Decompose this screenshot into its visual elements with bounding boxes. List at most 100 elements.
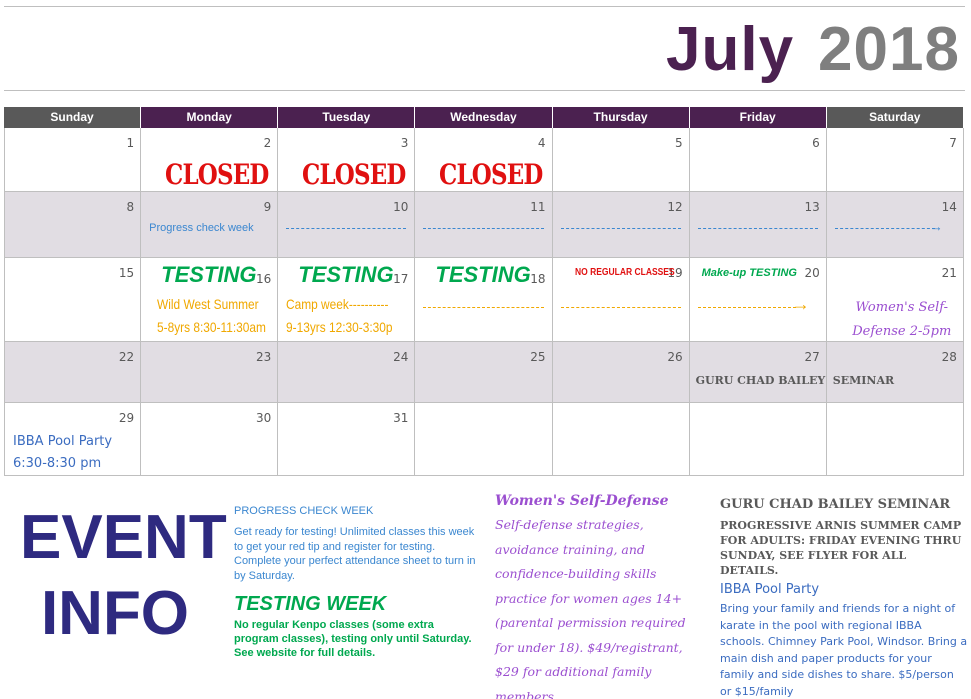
day-number: 2 xyxy=(263,136,272,150)
day-cell: 22 xyxy=(4,342,142,402)
event-info-title: EVENT INFO xyxy=(20,500,227,652)
week-row: 1 2 CLOSED 3 CLOSED 4 CLOSED 5 6 7 xyxy=(4,128,964,192)
day-cell: 18 TESTING xyxy=(415,258,553,341)
event-column-guru-ibba: GURU CHAD BAILEY SEMINAR PROGRESSIVE ARN… xyxy=(720,497,968,699)
arrow-right-icon: → xyxy=(791,294,810,314)
progress-check-label: Progress check week xyxy=(149,222,254,234)
ibba-event-title: IBBA Pool Party xyxy=(13,434,113,449)
progress-dash-line xyxy=(286,228,407,229)
day-cell: 17 TESTING Camp week---------- 9-13yrs 1… xyxy=(278,258,416,341)
day-number: 21 xyxy=(941,266,957,280)
day-cell xyxy=(415,403,553,475)
day-number: 5 xyxy=(674,136,683,150)
week-row: 8 9 Progress check week 10 11 12 13 14 → xyxy=(4,192,964,258)
day-number: 29 xyxy=(118,411,135,425)
day-cell: 9 Progress check week xyxy=(141,192,279,257)
day-cell: 28 SEMINAR xyxy=(826,342,964,402)
seminar-label: SEMINAR xyxy=(832,374,895,387)
day-cell: 30 xyxy=(141,403,279,475)
day-number: 20 xyxy=(804,266,820,280)
weekday-friday: Friday xyxy=(689,107,827,128)
event-info-line1: EVENT xyxy=(20,503,227,572)
weekday-header: Sunday Monday Tuesday Wednesday Thursday… xyxy=(4,107,964,128)
day-cell: 7 xyxy=(827,128,964,191)
day-cell: 21 Women's Self-Defense 2-5pm xyxy=(827,258,964,341)
day-number: 26 xyxy=(667,350,683,364)
guru-seminar-body: PROGRESSIVE ARNIS SUMMER CAMP FOR ADULTS… xyxy=(720,519,962,577)
day-cell: 24 xyxy=(278,342,416,402)
day-cell: 1 xyxy=(4,128,142,191)
day-number: 24 xyxy=(393,350,409,364)
title-divider xyxy=(4,90,965,91)
day-number: 4 xyxy=(537,136,546,150)
day-number: 14 xyxy=(941,200,957,214)
weekday-tuesday: Tuesday xyxy=(278,107,416,128)
progress-check-heading: PROGRESS CHECK WEEK xyxy=(234,505,374,517)
makeup-testing-label: Make-up TESTING xyxy=(701,267,797,279)
weekday-wednesday: Wednesday xyxy=(415,107,553,128)
day-cell: 10 xyxy=(278,192,416,257)
day-number: 31 xyxy=(393,411,409,425)
womens-self-defense-body: Self-defense strategies, avoidance train… xyxy=(495,517,686,699)
day-cell: 23 xyxy=(141,342,279,402)
guru-seminar-heading: GURU CHAD BAILEY SEMINAR xyxy=(720,497,951,512)
day-cell: 19 NO REGULAR CLASSES xyxy=(553,258,690,341)
day-cell: 16 TESTING Wild West Summer 5-8yrs 8:30-… xyxy=(141,258,279,341)
arrow-right-icon: → xyxy=(929,219,943,234)
week-row: 15 16 TESTING Wild West Summer 5-8yrs 8:… xyxy=(4,258,964,342)
testing-week-body: No regular Kenpo classes (some extra pro… xyxy=(234,619,472,659)
day-cell: 6 xyxy=(690,128,827,191)
closed-label: CLOSED xyxy=(165,158,269,191)
day-number: 8 xyxy=(126,200,135,214)
day-cell: 8 xyxy=(4,192,142,257)
day-number: 25 xyxy=(530,350,546,364)
day-number: 10 xyxy=(393,200,409,214)
day-number: 1 xyxy=(126,136,135,150)
day-number: 27 xyxy=(804,350,820,364)
day-number: 22 xyxy=(118,350,135,364)
day-cell: 26 xyxy=(552,342,690,402)
womens-self-defense-heading: Women's Self-Defense xyxy=(495,493,669,509)
testing-label: TESTING xyxy=(435,262,531,287)
day-number: 12 xyxy=(667,200,683,214)
day-number: 11 xyxy=(530,200,546,214)
progress-check-body: Get ready for testing! Unlimited classes… xyxy=(234,526,476,582)
event-column-progress: PROGRESS CHECK WEEK Get ready for testin… xyxy=(234,505,479,660)
day-number: 3 xyxy=(400,136,409,150)
ibba-pool-party-event: IBBA Pool Party 6:30-8:30 pm xyxy=(13,431,112,475)
day-number: 7 xyxy=(949,136,957,150)
no-regular-classes-label: NO REGULAR CLASSES xyxy=(574,267,675,278)
year-title: 2018 xyxy=(818,15,960,84)
progress-dash-line xyxy=(423,228,544,229)
testing-label: TESTING xyxy=(298,262,394,287)
day-cell: 31 xyxy=(278,403,416,475)
day-number: 9 xyxy=(263,200,272,214)
day-cell: 20 Make-up TESTING → xyxy=(690,258,827,341)
camp-dash-line xyxy=(423,307,544,308)
week-row: 29 IBBA Pool Party 6:30-8:30 pm 30 31 xyxy=(4,403,964,476)
day-cell: 14 → xyxy=(826,192,964,257)
day-number: 15 xyxy=(118,266,135,280)
weekday-sunday: Sunday xyxy=(4,107,142,128)
weekday-saturday: Saturday xyxy=(826,107,964,128)
progress-dash-line xyxy=(697,228,818,229)
month-title: July xyxy=(666,15,795,84)
weekday-thursday: Thursday xyxy=(552,107,690,128)
wild-west-label: Wild West Summer xyxy=(157,296,259,312)
progress-dash-line xyxy=(560,228,681,229)
event-column-womens: Women's Self-Defense Self-defense strate… xyxy=(495,493,707,699)
camp-dash-line xyxy=(560,307,681,308)
day-number: 13 xyxy=(804,200,820,214)
closed-label: CLOSED xyxy=(439,158,543,191)
day-cell: 25 xyxy=(415,342,553,402)
week-row: 22 23 24 25 26 27 GURU CHAD BAILEY 28 SEMI… xyxy=(4,342,964,403)
day-number: 30 xyxy=(255,411,272,425)
day-number: 6 xyxy=(812,136,820,150)
day-cell: 5 xyxy=(553,128,690,191)
testing-label: TESTING xyxy=(161,262,257,287)
day-cell: 11 xyxy=(415,192,553,257)
day-cell: 29 IBBA Pool Party 6:30-8:30 pm xyxy=(4,403,142,475)
day-cell xyxy=(553,403,690,475)
top-divider xyxy=(4,6,965,7)
day-cell: 12 xyxy=(552,192,690,257)
